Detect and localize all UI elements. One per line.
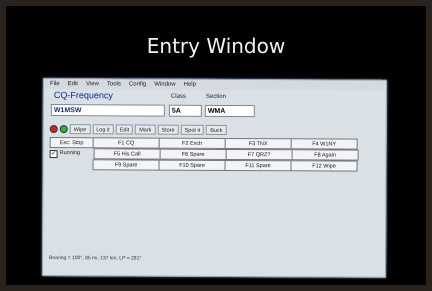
f2-button[interactable]: F2 Exch — [158, 137, 226, 149]
f1-button[interactable]: F1 CQ — [92, 137, 160, 149]
edit-button[interactable]: Edit — [115, 124, 134, 135]
entry-window: File Edit View Tools Config Window Help … — [41, 78, 387, 278]
f5-button[interactable]: F5 His Call — [93, 148, 161, 160]
menu-file[interactable]: File — [50, 79, 60, 89]
f4-button[interactable]: F4 W1NY — [290, 138, 358, 150]
wipe-button[interactable]: Wipe — [69, 124, 91, 135]
f6-button[interactable]: F6 Spare — [159, 148, 227, 160]
f3-button[interactable]: F3 TNX — [224, 137, 292, 150]
fkey-spacer — [50, 159, 94, 170]
class-label: Class — [170, 93, 186, 100]
function-key-grid: Esc: Stop F1 CQ F2 Exch F3 TNX F4 W1NY ✓… — [49, 137, 359, 172]
cq-frequency-label: CQ-Frequency — [53, 90, 113, 101]
running-label: Running — [59, 150, 81, 157]
section-field[interactable]: WMA — [204, 104, 255, 118]
field-labels: CQ-Frequency Class Section — [44, 90, 386, 105]
buck-button[interactable]: Buck — [206, 124, 227, 135]
f11-button[interactable]: F11 Spare — [224, 159, 292, 172]
menu-bar: File Edit View Tools Config Window Help — [43, 79, 386, 91]
store-button[interactable]: Store — [157, 124, 179, 135]
menu-help[interactable]: Help — [184, 80, 196, 90]
f9-button[interactable]: F9 Spare — [92, 159, 160, 171]
esc-stop-button[interactable]: Esc: Stop — [49, 137, 94, 149]
menu-edit[interactable]: Edit — [68, 79, 78, 89]
fkey-row-3: F9 Spare F10 Spare F11 Spare F12 Wipe — [50, 159, 358, 172]
f7-button[interactable]: F7 QRZ? — [225, 148, 293, 161]
f10-button[interactable]: F10 Spare — [158, 159, 226, 171]
class-field[interactable]: 5A — [168, 104, 202, 117]
running-checkbox-icon[interactable]: ✓ — [49, 149, 58, 158]
menu-config[interactable]: Config — [129, 79, 146, 89]
log-it-button[interactable]: Log it — [92, 124, 114, 135]
toolbar: Wipe Log it Edit Mark Store Spot it Buck — [49, 124, 227, 135]
transmit-led-icon — [49, 125, 58, 134]
mark-button[interactable]: Mark — [135, 124, 156, 135]
callsign-field[interactable]: W1MSW — [50, 104, 165, 117]
running-toggle[interactable]: ✓ Running — [49, 148, 94, 159]
menu-tools[interactable]: Tools — [107, 79, 121, 89]
slide-title: Entry Window — [146, 34, 286, 58]
spot-it-button[interactable]: Spot it — [180, 124, 205, 135]
f8-button[interactable]: F8 Again — [291, 149, 359, 161]
section-label: Section — [205, 93, 226, 100]
f12-button[interactable]: F12 Wipe — [290, 160, 358, 172]
bearing-status: Bearing = 100°, 85 mi, 137 km, LP = 281° — [49, 255, 142, 262]
menu-window[interactable]: Window — [154, 80, 175, 90]
menu-view[interactable]: View — [86, 79, 99, 89]
status-led-icon — [59, 125, 68, 134]
